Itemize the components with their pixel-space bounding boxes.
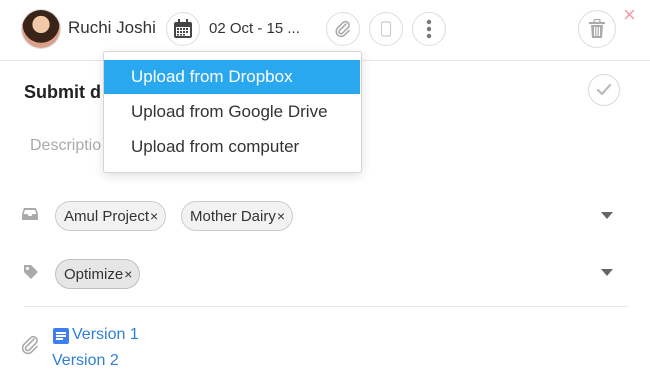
- tags-dropdown-icon[interactable]: [601, 269, 613, 276]
- menu-item-upload-google-drive[interactable]: Upload from Google Drive: [104, 95, 361, 129]
- user-name[interactable]: Ruchi Joshi: [68, 18, 156, 38]
- check-icon: [596, 83, 612, 96]
- attach-button[interactable]: [326, 12, 360, 46]
- remove-chip-icon[interactable]: ×: [150, 208, 158, 224]
- menu-item-upload-computer[interactable]: Upload from computer: [104, 130, 361, 164]
- avatar[interactable]: [22, 10, 60, 48]
- delete-button[interactable]: [578, 10, 616, 48]
- project-chip-amul[interactable]: Amul Project×: [55, 201, 167, 231]
- more-options-button[interactable]: [412, 12, 446, 46]
- date-picker-button[interactable]: [166, 12, 200, 46]
- mobile-icon: [380, 21, 392, 37]
- inbox-icon: [22, 208, 38, 220]
- trash-icon: [589, 19, 605, 38]
- remove-chip-icon[interactable]: ×: [124, 266, 132, 282]
- project-chip-mother-dairy[interactable]: Mother Dairy×: [181, 201, 294, 231]
- projects-dropdown-icon[interactable]: [601, 212, 613, 219]
- task-title[interactable]: Submit d: [24, 82, 101, 103]
- paperclip-icon: [335, 20, 350, 38]
- attachment-link-version-1[interactable]: Version 1: [72, 326, 139, 344]
- document-icon: [53, 328, 69, 344]
- paperclip-icon: [21, 335, 38, 355]
- mobile-button[interactable]: [369, 12, 403, 46]
- tag-chip-optimize[interactable]: Optimize×: [55, 259, 141, 289]
- close-icon[interactable]: ×: [623, 4, 636, 26]
- more-vertical-icon: [426, 19, 432, 39]
- chip-label: Optimize: [64, 266, 124, 283]
- description-field[interactable]: Descriptio: [30, 137, 101, 155]
- chip-label: Amul Project: [64, 208, 150, 225]
- section-divider: [24, 306, 628, 307]
- menu-item-upload-dropbox[interactable]: Upload from Dropbox: [104, 60, 360, 94]
- remove-chip-icon[interactable]: ×: [277, 208, 285, 224]
- calendar-icon: [174, 19, 192, 38]
- complete-button[interactable]: [588, 74, 620, 106]
- chip-label: Mother Dairy: [190, 208, 276, 225]
- tag-icon: [24, 265, 38, 279]
- upload-menu: Upload from Dropbox Upload from Google D…: [103, 51, 362, 173]
- attachment-link-version-2[interactable]: Version 2: [52, 352, 119, 370]
- date-range[interactable]: 02 Oct - 15 ...: [209, 20, 300, 37]
